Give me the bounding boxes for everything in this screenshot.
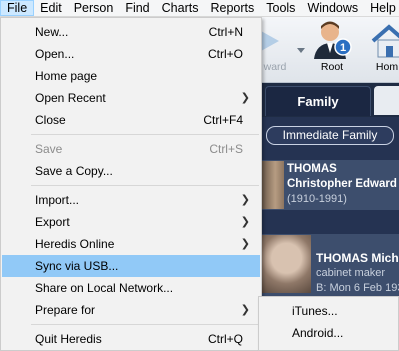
menu-help[interactable]: Help: [364, 0, 399, 16]
menu-item-label: Quit Heredis: [35, 332, 102, 346]
svg-text:1: 1: [340, 42, 346, 54]
forward-icon: [261, 31, 279, 51]
person-name: THOMAS Micha: [316, 251, 399, 265]
menu-item-quit[interactable]: Quit Heredis Ctrl+Q: [2, 328, 260, 350]
toolbar: ward 1 Root Hom: [255, 17, 399, 83]
menu-item-home-page[interactable]: Home page: [2, 65, 260, 87]
person-photo: [262, 235, 311, 293]
chevron-right-icon: ❯: [240, 216, 250, 228]
prepare-for-submenu: iTunes... Android...: [258, 296, 399, 351]
menu-file[interactable]: File: [0, 0, 35, 16]
person-surname: THOMAS: [287, 163, 337, 175]
submenu-item-label: iTunes...: [292, 304, 338, 318]
menu-item-label: Home page: [35, 69, 98, 83]
menu-item-label: Export: [35, 215, 70, 229]
menu-separator: [31, 134, 259, 135]
menu-charts[interactable]: Charts: [156, 0, 205, 16]
root-label: Root: [320, 61, 344, 73]
menu-item-label: Import...: [35, 193, 80, 207]
menu-item-label: Save a Copy...: [35, 164, 113, 178]
person-occupation: cabinet maker: [316, 267, 386, 279]
menu-item-label: New...: [35, 25, 69, 39]
chevron-right-icon: ❯: [240, 304, 250, 316]
menu-item-shortcut: Ctrl+F4: [203, 113, 243, 127]
person-dates: (1910-1991): [287, 193, 347, 205]
menu-item-label: Save: [35, 142, 63, 156]
menu-item-export[interactable]: Export ❯: [2, 211, 260, 233]
submenu-item-label: Android...: [292, 326, 344, 340]
submenu-item-android[interactable]: Android...: [260, 322, 398, 344]
menu-item-sync-usb[interactable]: Sync via USB...: [2, 255, 260, 277]
menu-item-label: Prepare for: [35, 303, 96, 317]
menu-item-heredis-online[interactable]: Heredis Online ❯: [2, 233, 260, 255]
menu-item-label: Sync via USB...: [35, 259, 119, 273]
menu-item-shortcut: Ctrl+O: [207, 47, 243, 61]
file-menu: New... Ctrl+N Open... Ctrl+O Home page O…: [0, 17, 262, 351]
home-button[interactable]: Hom: [363, 19, 399, 79]
menu-find[interactable]: Find: [119, 0, 155, 16]
menu-item-label: Open Recent: [35, 91, 106, 105]
menu-item-shortcut: Ctrl+Q: [207, 332, 243, 346]
person-photo: [262, 161, 284, 209]
chevron-right-icon: ❯: [240, 92, 250, 104]
home-label: Hom: [375, 61, 399, 73]
menu-item-new[interactable]: New... Ctrl+N: [2, 21, 260, 43]
immediate-family-button[interactable]: Immediate Family: [266, 126, 394, 145]
menu-item-shortcut: Ctrl+S: [209, 142, 243, 156]
menu-item-label: Share on Local Network...: [35, 281, 174, 295]
menu-reports[interactable]: Reports: [204, 0, 260, 16]
menu-separator: [31, 185, 259, 186]
menu-item-prepare-for[interactable]: Prepare for ❯: [2, 299, 260, 321]
home-icon: [371, 24, 399, 58]
menu-item-label: Open...: [35, 47, 75, 61]
menu-item-open-recent[interactable]: Open Recent ❯: [2, 87, 260, 109]
root-button[interactable]: 1 Root: [308, 19, 356, 79]
chevron-right-icon: ❯: [240, 238, 250, 250]
menu-edit[interactable]: Edit: [34, 0, 68, 16]
menu-item-close[interactable]: Close Ctrl+F4: [2, 109, 260, 131]
menu-item-share-network[interactable]: Share on Local Network...: [2, 277, 260, 299]
menu-separator: [31, 324, 259, 325]
menu-item-import[interactable]: Import... ❯: [2, 189, 260, 211]
menu-windows[interactable]: Windows: [301, 0, 364, 16]
person-given-name: Christopher Edward: [287, 178, 397, 190]
person-birth: B: Mon 6 Feb 193: [316, 282, 399, 294]
menu-item-open[interactable]: Open... Ctrl+O: [2, 43, 260, 65]
root-person-icon: 1: [314, 21, 352, 59]
menu-person[interactable]: Person: [68, 0, 120, 16]
menu-item-shortcut: Ctrl+N: [208, 25, 243, 39]
menu-bar: File Edit Person Find Charts Reports Too…: [0, 0, 399, 17]
tab-next[interactable]: [374, 86, 399, 115]
menu-tools[interactable]: Tools: [260, 0, 301, 16]
submenu-item-itunes[interactable]: iTunes...: [260, 300, 398, 322]
chevron-down-icon[interactable]: [297, 48, 305, 53]
tab-family[interactable]: Family: [265, 86, 371, 116]
menu-item-label: Heredis Online: [35, 237, 115, 251]
menu-item-save-copy[interactable]: Save a Copy...: [2, 160, 260, 182]
menu-item-save[interactable]: Save Ctrl+S: [2, 138, 260, 160]
menu-item-label: Close: [35, 113, 66, 127]
chevron-right-icon: ❯: [240, 194, 250, 206]
